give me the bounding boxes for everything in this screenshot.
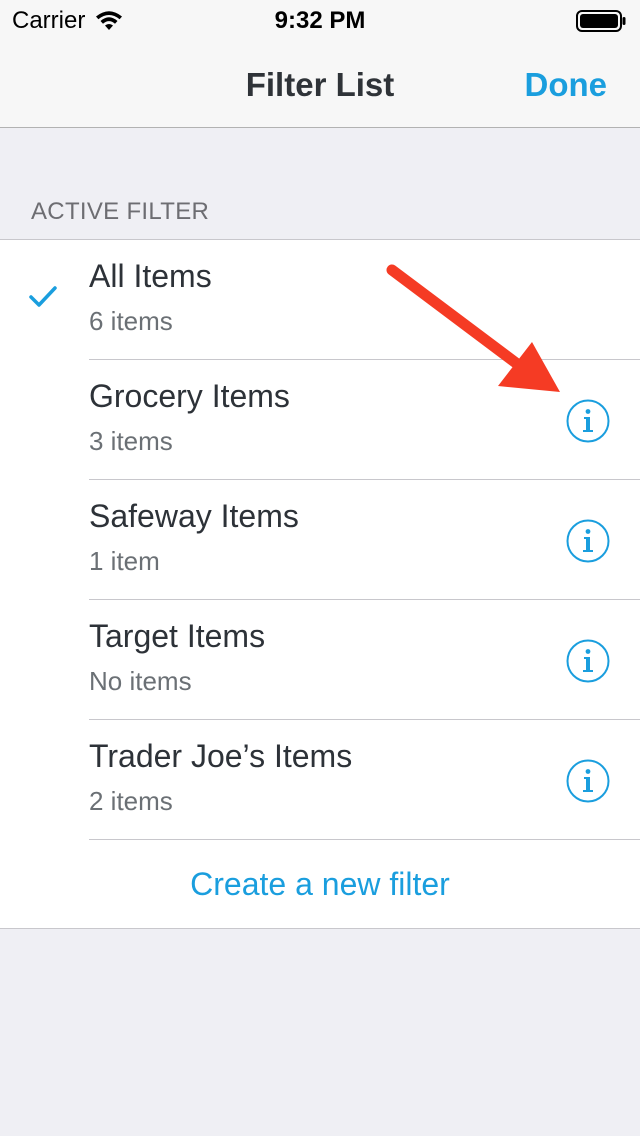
filter-title: Grocery Items xyxy=(89,378,290,414)
info-circle-icon[interactable] xyxy=(565,398,611,444)
filter-row-target-items[interactable]: Target Items No items xyxy=(0,600,640,720)
navigation-bar: Filter List Done xyxy=(0,40,640,128)
info-circle-icon[interactable] xyxy=(565,518,611,564)
filter-title: Target Items xyxy=(89,618,266,654)
battery-icon xyxy=(576,10,626,32)
filter-list: All Items 6 items Grocery Items 3 items … xyxy=(0,239,640,929)
done-button[interactable]: Done xyxy=(525,66,608,104)
filter-count: 2 items xyxy=(89,786,173,816)
checkmark-icon xyxy=(29,286,57,307)
filter-title: All Items xyxy=(89,258,212,294)
status-bar: Carrier 9:32 PM xyxy=(0,0,640,40)
filter-count: 3 items xyxy=(89,426,173,456)
status-time: 9:32 PM xyxy=(274,7,366,34)
filter-count: 6 items xyxy=(89,306,173,336)
filter-title: Safeway Items xyxy=(89,498,299,534)
filter-row-safeway-items[interactable]: Safeway Items 1 item xyxy=(0,480,640,600)
info-circle-icon[interactable] xyxy=(565,638,611,684)
section-header-active-filter: ACTIVE FILTER xyxy=(31,198,210,225)
create-filter-row[interactable]: Create a new filter xyxy=(0,840,640,928)
info-circle-icon[interactable] xyxy=(565,758,611,804)
filter-count: 1 item xyxy=(89,546,160,576)
filter-title: Trader Joe’s Items xyxy=(89,738,353,774)
filter-row-all-items[interactable]: All Items 6 items xyxy=(0,240,640,360)
filter-list-screen: Carrier 9:32 PM Filter List Done ACTIVE … xyxy=(0,0,640,1136)
create-filter-button[interactable]: Create a new filter xyxy=(190,866,450,903)
filter-count: No items xyxy=(89,666,192,696)
filter-row-trader-joes-items[interactable]: Trader Joe’s Items 2 items xyxy=(0,720,640,840)
filter-row-grocery-items[interactable]: Grocery Items 3 items xyxy=(0,360,640,480)
